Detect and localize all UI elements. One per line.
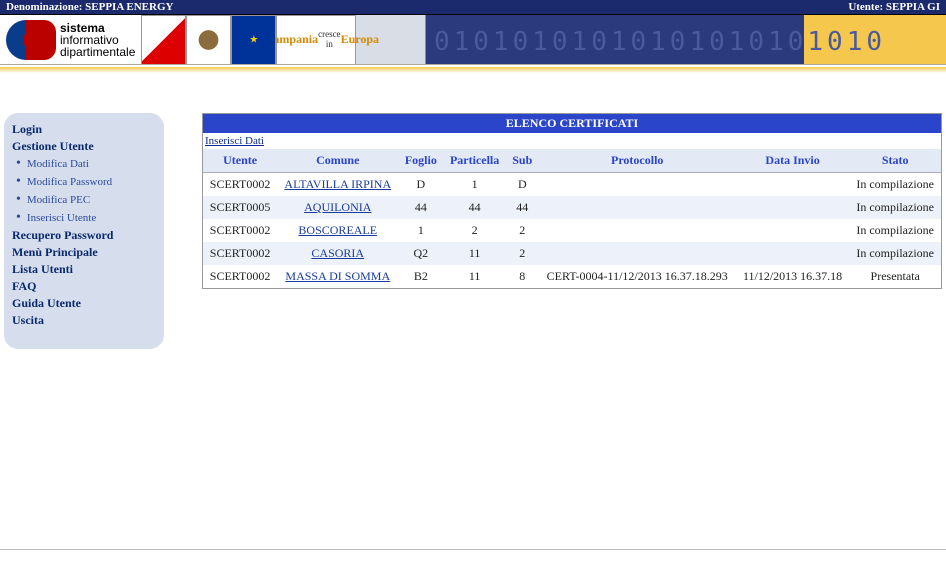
cell-stato: In compilazione (849, 196, 941, 219)
th-protocollo: Protocollo (539, 149, 736, 173)
cell-comune: BOSCOREALE (277, 219, 398, 242)
table-row: SCERT0005AQUILONIA444444In compilazione (203, 196, 941, 219)
nav-uscita[interactable]: Uscita (10, 312, 158, 329)
campania-europa-logo: La tua Campania cresce in Europa (276, 15, 356, 65)
comune-link[interactable]: ALTAVILLA IRPINA (284, 177, 391, 191)
content: Login Gestione Utente Modifica Dati Modi… (0, 73, 946, 349)
sid-logo: sistema informativo dipartimentale (0, 15, 141, 65)
th-utente: Utente (203, 149, 277, 173)
table-row: SCERT0002 CASORIA Q2112 In compilazione (203, 242, 941, 265)
main-panel: ELENCO CERTIFICATI Inserisci Dati Utente… (202, 113, 942, 349)
cell-sub: 2 (506, 219, 539, 242)
banner: 01010101010101010101010 sistema informat… (0, 15, 946, 65)
cell-data-invio (736, 173, 850, 197)
nav-lista-utenti[interactable]: Lista Utenti (10, 261, 158, 278)
utente: Utente: SEPPIA GI (848, 1, 940, 13)
cell-sub: 44 (506, 196, 539, 219)
cell-data-invio (736, 196, 850, 219)
cell-comune: CASORIA (277, 242, 398, 265)
cell-foglio: 1 (398, 219, 443, 242)
panel-body: Inserisci Dati Utente Comune Foglio Part… (202, 133, 942, 289)
th-foglio: Foglio (398, 149, 443, 173)
cell-utente: SCERT0005 (203, 196, 277, 219)
cell-particella: 1 (443, 173, 506, 197)
th-comune: Comune (277, 149, 398, 173)
repubblica-italiana-logo (186, 15, 231, 65)
nav-modifica-pec[interactable]: Modifica PEC (10, 191, 158, 209)
nav-guida[interactable]: Guida Utente (10, 295, 158, 312)
comune-link[interactable]: AQUILONIA (304, 200, 371, 214)
nav-gestione-utente[interactable]: Gestione Utente (10, 138, 158, 155)
cell-foglio: B2 (398, 265, 443, 288)
cell-utente: SCERT0002 (203, 219, 277, 242)
regione-campania-logo (141, 15, 186, 65)
nav-menu-principale[interactable]: Menù Principale (10, 244, 158, 261)
cell-utente: SCERT0002 (203, 242, 277, 265)
cell-stato: In compilazione (849, 219, 941, 242)
table-header-row: Utente Comune Foglio Particella Sub Prot… (203, 149, 941, 173)
sidebar: Login Gestione Utente Modifica Dati Modi… (4, 113, 164, 349)
nav-modifica-password[interactable]: Modifica Password (10, 173, 158, 191)
nav-faq[interactable]: FAQ (10, 278, 158, 295)
cell-sub: 8 (506, 265, 539, 288)
cell-protocollo (539, 196, 736, 219)
cell-comune: MASSA DI SOMMA (277, 265, 398, 288)
cell-protocollo (539, 242, 736, 265)
comune-link[interactable]: MASSA DI SOMMA (285, 269, 390, 283)
table-body: SCERT0002ALTAVILLA IRPINAD1DIn compilazi… (203, 173, 941, 289)
cell-foglio: D (398, 173, 443, 197)
comune-link[interactable]: CASORIA (311, 246, 364, 260)
binary-pattern: 01010101010101010101010 (434, 27, 886, 57)
cell-stato: Presentata (849, 265, 941, 288)
th-stato: Stato (849, 149, 941, 173)
nav-inserisci-utente[interactable]: Inserisci Utente (10, 209, 158, 227)
nav-modifica-dati[interactable]: Modifica Dati (10, 155, 158, 173)
cell-particella: 2 (443, 219, 506, 242)
cell-data-invio: 11/12/2013 16.37.18 (736, 265, 850, 288)
sid-icon (6, 20, 56, 60)
comune-link[interactable]: BOSCOREALE (298, 223, 377, 237)
table-row: SCERT0002BOSCOREALE122In compilazione (203, 219, 941, 242)
cell-comune: AQUILONIA (277, 196, 398, 219)
panel-title: ELENCO CERTIFICATI (202, 113, 942, 133)
cell-protocollo: CERT-0004-11/12/2013 16.37.18.293 (539, 265, 736, 288)
nav-login[interactable]: Login (10, 121, 158, 138)
cell-foglio: Q2 (398, 242, 443, 265)
cell-particella: 11 (443, 242, 506, 265)
topbar: Denominazione: SEPPIA ENERGY Utente: SEP… (0, 0, 946, 15)
cell-data-invio (736, 219, 850, 242)
table-row: SCERT0002 ALTAVILLA IRPINA D1D In compilazi… (203, 173, 941, 197)
cell-utente: SCERT0002 (203, 265, 277, 288)
cell-stato: In compilazione (849, 173, 941, 197)
cell-utente: SCERT0002 (203, 173, 277, 197)
inserisci-dati-link[interactable]: Inserisci Dati (203, 135, 264, 149)
cell-sub: D (506, 173, 539, 197)
cell-stato: In compilazione (849, 242, 941, 265)
cell-foglio: 44 (398, 196, 443, 219)
nav-recupero-password[interactable]: Recupero Password (10, 227, 158, 244)
th-sub: Sub (506, 149, 539, 173)
eu-flag-icon (231, 15, 276, 65)
cell-comune: ALTAVILLA IRPINA (277, 173, 398, 197)
cell-protocollo (539, 219, 736, 242)
table-row: SCERT0002 MASSA DI SOMMA B2118CERT-0004-11… (203, 265, 941, 288)
cell-data-invio (736, 242, 850, 265)
cell-particella: 44 (443, 196, 506, 219)
th-data-invio: Data Invio (736, 149, 850, 173)
cell-sub: 2 (506, 242, 539, 265)
denominazione: Denominazione: SEPPIA ENERGY (6, 1, 173, 13)
certificati-table: Utente Comune Foglio Particella Sub Prot… (203, 149, 941, 288)
cell-protocollo (539, 173, 736, 197)
cell-particella: 11 (443, 265, 506, 288)
th-particella: Particella (443, 149, 506, 173)
footer-line (0, 549, 946, 550)
